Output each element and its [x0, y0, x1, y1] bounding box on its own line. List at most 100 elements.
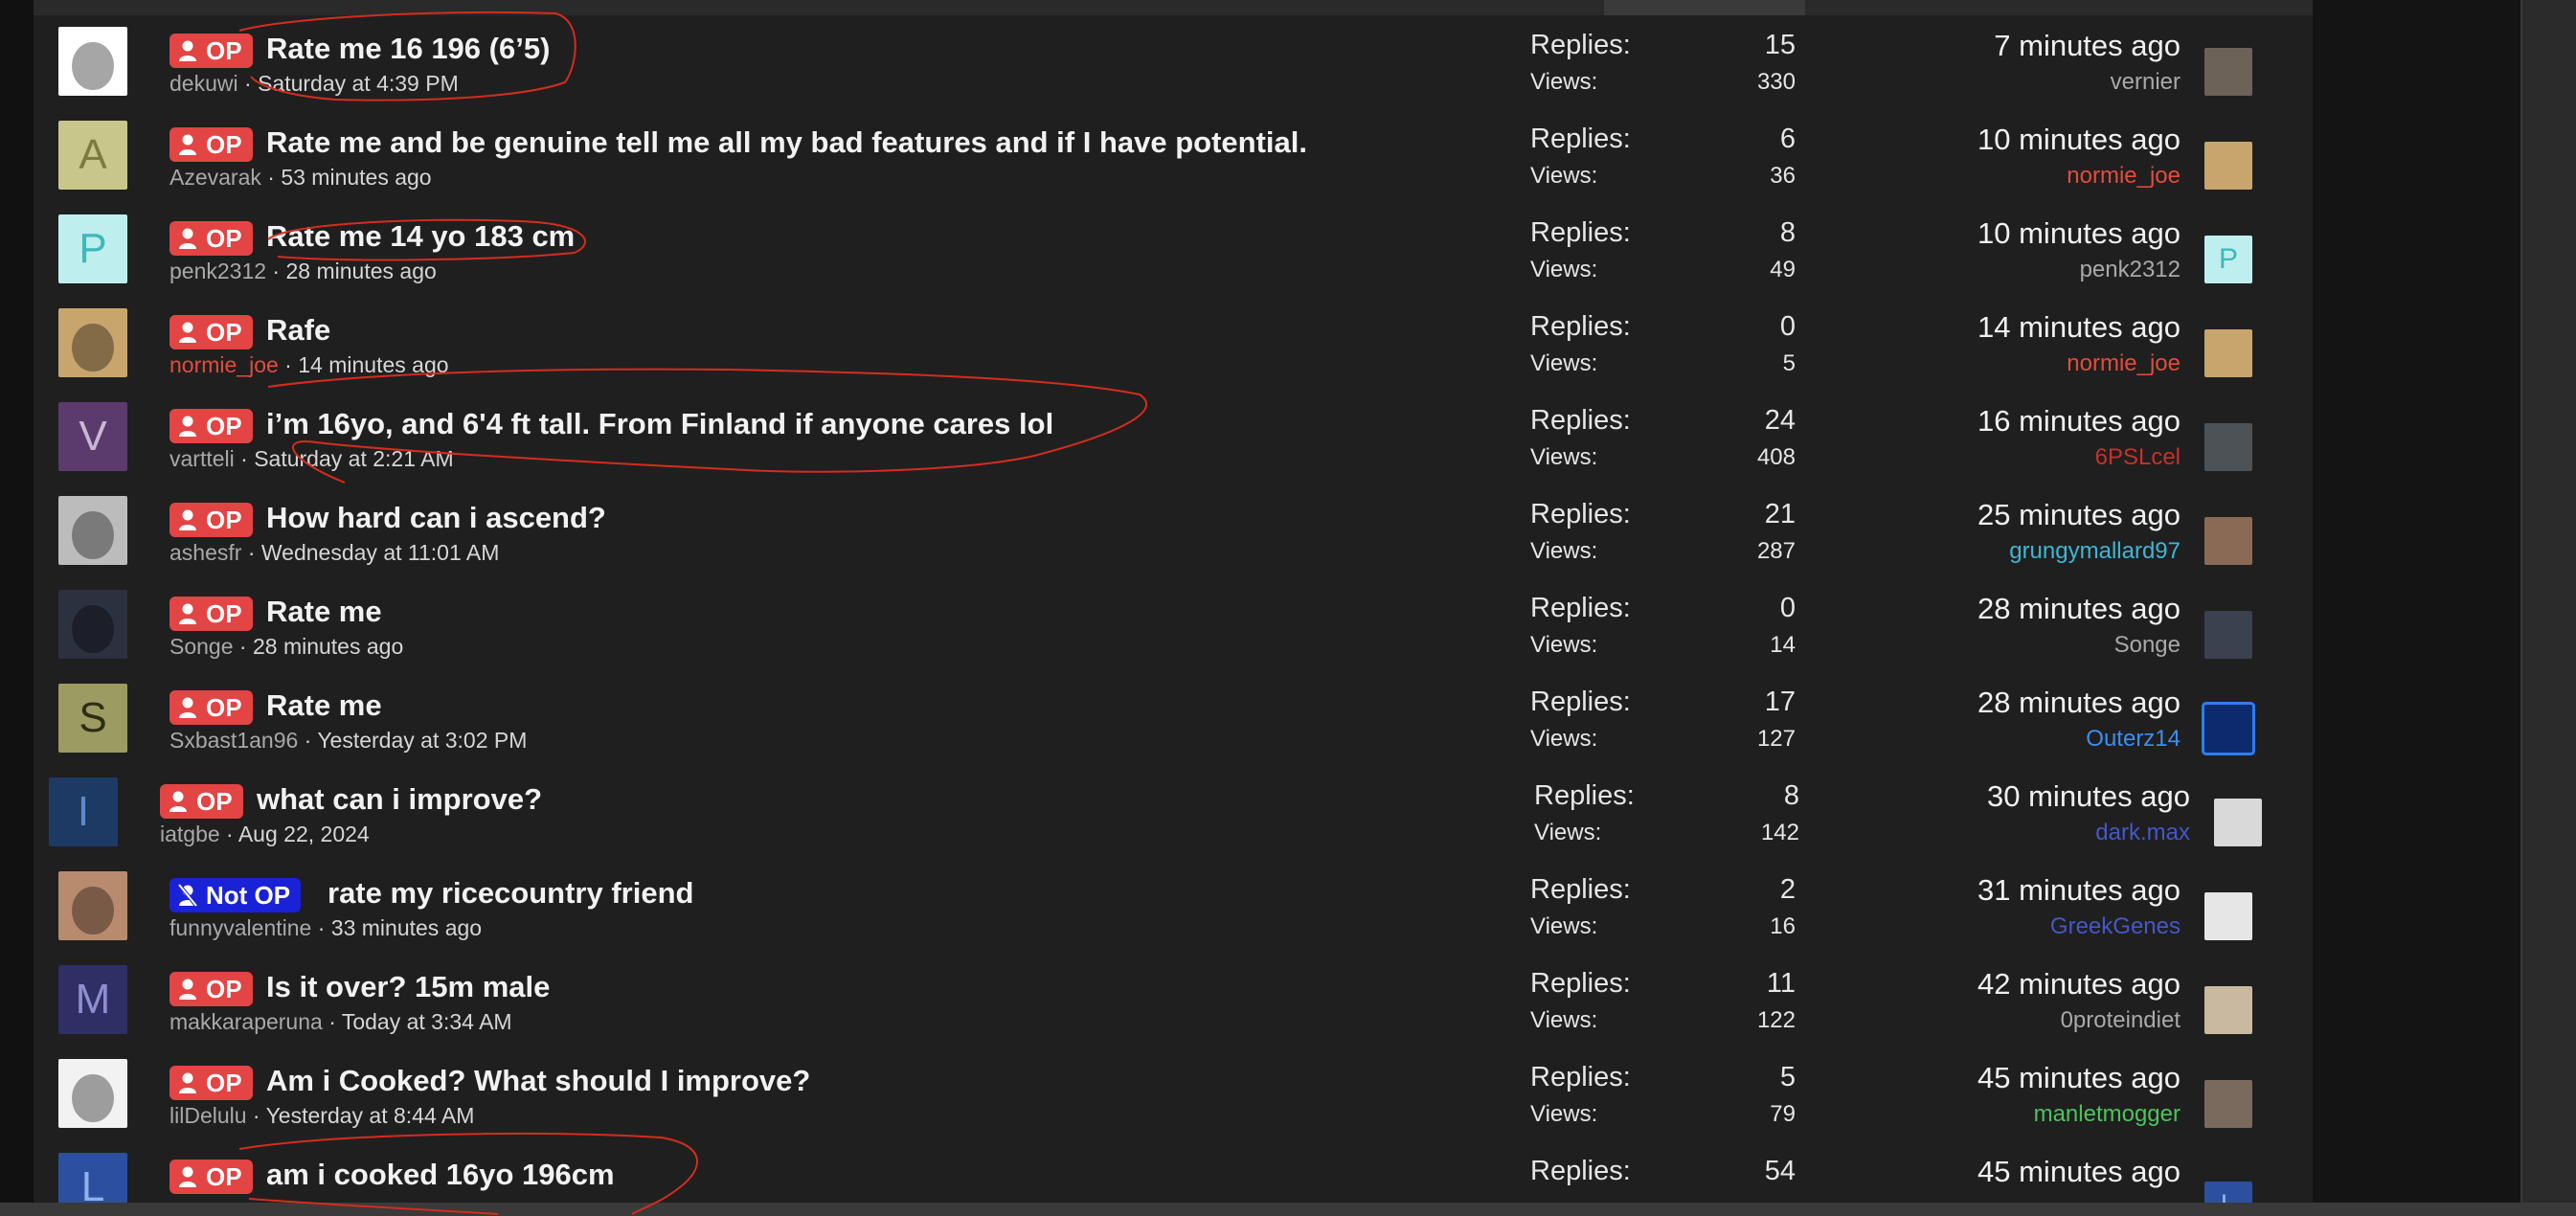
thread-title-link[interactable]: Rate me	[266, 592, 382, 632]
last-post-time-link[interactable]: 28 minutes ago	[1740, 592, 2181, 626]
thread-start-date[interactable]: 14 minutes ago	[298, 352, 448, 377]
thread-author-link[interactable]: ashesfr	[169, 540, 241, 565]
last-post-time-link[interactable]: 25 minutes ago	[1740, 498, 2181, 532]
thread-title-link[interactable]: Am i Cooked? What should I improve?	[266, 1061, 810, 1101]
thread-row[interactable]: M OP Is it over? 15m male makkaraperuna · T…	[34, 952, 2313, 1046]
last-poster-link[interactable]: Outerz14	[1740, 726, 2181, 753]
thread-author-link[interactable]: Sxbast1an96	[169, 728, 298, 753]
thread-row[interactable]: I OP what can i improve? iatgbe · Aug 22, 2…	[34, 764, 2313, 858]
thread-start-date[interactable]: 33 minutes ago	[331, 915, 482, 940]
thread-row[interactable]: Not OP rate my ricecountry friend funnyval…	[34, 858, 2313, 952]
thread-title-link[interactable]: Rate me 16 196 (6’5)	[266, 29, 550, 69]
thread-author-avatar[interactable]: V	[58, 402, 127, 471]
last-poster-avatar[interactable]	[2204, 329, 2252, 377]
thread-author-link[interactable]: lilDelulu	[169, 1103, 247, 1128]
top-scrollbar-thumb[interactable]	[1604, 0, 1805, 15]
thread-author-avatar[interactable]: S	[58, 684, 127, 753]
thread-row[interactable]: OP Rate me 16 196 (6’5) dekuwi · Saturday …	[34, 15, 2313, 107]
bottom-scrollbar[interactable]	[0, 1203, 2576, 1216]
last-post-time-link[interactable]: 14 minutes ago	[1740, 310, 2181, 345]
thread-start-date[interactable]: 53 minutes ago	[281, 165, 431, 190]
last-post-time-link[interactable]: 42 minutes ago	[1740, 967, 2181, 1002]
last-poster-avatar[interactable]	[2204, 423, 2252, 471]
thread-author-avatar[interactable]: M	[58, 965, 127, 1034]
last-poster-avatar[interactable]	[2204, 142, 2252, 190]
thread-author-avatar[interactable]: P	[58, 214, 127, 283]
last-poster-link[interactable]: penk2312	[1740, 257, 2181, 283]
thread-author-avatar[interactable]: I	[49, 777, 118, 846]
last-post-time-link[interactable]: 30 minutes ago	[1750, 779, 2190, 814]
thread-author-link[interactable]: vartteli	[169, 446, 235, 471]
thread-row[interactable]: L OP am i cooked 16yo 196cm Replies: 54 45 mi…	[34, 1139, 2313, 1203]
thread-author-link[interactable]: Songe	[169, 634, 234, 659]
thread-author-avatar[interactable]	[58, 496, 127, 565]
last-poster-link[interactable]: manletmogger	[1740, 1101, 2181, 1128]
last-post-time-link[interactable]: 7 minutes ago	[1740, 29, 2181, 63]
last-poster-avatar[interactable]	[2204, 705, 2252, 753]
thread-title-link[interactable]: How hard can i ascend?	[266, 498, 606, 538]
last-poster-link[interactable]: normie_joe	[1740, 163, 2181, 190]
thread-author-link[interactable]: iatgbe	[160, 822, 220, 846]
thread-start-date[interactable]: Aug 22, 2024	[238, 822, 370, 846]
thread-author-avatar[interactable]	[58, 871, 127, 940]
thread-start-date[interactable]: Wednesday at 11:01 AM	[261, 540, 499, 565]
last-post-time-link[interactable]: 10 minutes ago	[1740, 123, 2181, 157]
thread-row[interactable]: OP How hard can i ascend? ashesfr · Wednes…	[34, 483, 2313, 576]
thread-title-link[interactable]: Rate me	[266, 686, 382, 726]
last-poster-link[interactable]: GreekGenes	[1740, 913, 2181, 940]
thread-title-link[interactable]: rate my ricecountry friend	[328, 873, 693, 913]
thread-start-date[interactable]: Yesterday at 3:02 PM	[317, 728, 527, 753]
last-poster-avatar[interactable]: L	[2204, 1182, 2252, 1203]
thread-title-link[interactable]: Is it over? 15m male	[266, 967, 550, 1007]
thread-author-avatar[interactable]	[58, 590, 127, 659]
thread-author-link[interactable]: dekuwi	[169, 71, 238, 96]
last-poster-avatar[interactable]	[2204, 517, 2252, 565]
last-poster-avatar[interactable]	[2204, 611, 2252, 659]
thread-author-link[interactable]: Azevarak	[169, 165, 261, 190]
thread-title-link[interactable]: Rafe	[266, 310, 330, 350]
thread-author-link[interactable]: makkaraperuna	[169, 1009, 323, 1034]
last-post-time-link[interactable]: 31 minutes ago	[1740, 873, 2181, 908]
thread-row[interactable]: OP Rate me Songe · 28 minutes ago Replies: 0…	[34, 576, 2313, 670]
thread-start-date[interactable]: Saturday at 4:39 PM	[258, 71, 459, 96]
thread-title-link[interactable]: what can i improve?	[257, 779, 542, 820]
last-poster-link[interactable]: vernier	[1740, 69, 2181, 96]
last-poster-link[interactable]: normie_joe	[1740, 350, 2181, 377]
last-poster-avatar[interactable]	[2214, 799, 2262, 846]
last-poster-link[interactable]: grungymallard97	[1740, 538, 2181, 565]
thread-start-date[interactable]: Today at 3:34 AM	[342, 1009, 512, 1034]
thread-author-link[interactable]: normie_joe	[169, 352, 279, 377]
thread-title-link[interactable]: Rate me 14 yo 183 cm	[266, 216, 575, 257]
last-poster-avatar[interactable]	[2204, 1080, 2252, 1128]
thread-start-date[interactable]: 28 minutes ago	[253, 634, 403, 659]
thread-row[interactable]: V OP i’m 16yo, and 6'4 ft tall. From Finla…	[34, 389, 2313, 483]
thread-row[interactable]: A OP Rate me and be genuine tell me all my…	[34, 107, 2313, 201]
thread-start-date[interactable]: Saturday at 2:21 AM	[254, 446, 453, 471]
last-poster-avatar[interactable]	[2204, 892, 2252, 940]
thread-title-link[interactable]: Rate me and be genuine tell me all my ba…	[266, 123, 1307, 163]
last-poster-link[interactable]: 6PSLcel	[1740, 444, 2181, 471]
thread-author-avatar[interactable]	[58, 308, 127, 377]
thread-author-link[interactable]: penk2312	[169, 259, 266, 283]
last-poster-link[interactable]: 0proteindiet	[1740, 1007, 2181, 1034]
last-post-time-link[interactable]: 28 minutes ago	[1740, 686, 2181, 720]
thread-row[interactable]: P OP Rate me 14 yo 183 cm penk2312 · 28 min…	[34, 201, 2313, 295]
thread-author-avatar[interactable]: A	[58, 121, 127, 190]
last-poster-link[interactable]: Songe	[1740, 632, 2181, 659]
thread-author-avatar[interactable]	[58, 1059, 127, 1128]
thread-title-link[interactable]: am i cooked 16yo 196cm	[266, 1155, 615, 1195]
thread-row[interactable]: OP Am i Cooked? What should I improve? lil…	[34, 1046, 2313, 1139]
last-poster-avatar[interactable]	[2204, 986, 2252, 1034]
thread-author-avatar[interactable]: L	[58, 1153, 127, 1203]
thread-author-link[interactable]: funnyvalentine	[169, 915, 311, 940]
last-poster-link[interactable]: dark.max	[1750, 820, 2190, 846]
last-poster-avatar[interactable]	[2204, 48, 2252, 96]
thread-title-link[interactable]: i’m 16yo, and 6'4 ft tall. From Finland …	[266, 404, 1053, 444]
thread-start-date[interactable]: Yesterday at 8:44 AM	[266, 1103, 475, 1128]
thread-author-avatar[interactable]	[58, 27, 127, 96]
thread-start-date[interactable]: 28 minutes ago	[286, 259, 437, 283]
last-post-time-link[interactable]: 45 minutes ago	[1740, 1061, 2181, 1095]
thread-row[interactable]: OP Rafe normie_joe · 14 minutes ago Replies…	[34, 295, 2313, 389]
last-post-time-link[interactable]: 10 minutes ago	[1740, 216, 2181, 251]
last-post-time-link[interactable]: 45 minutes ago	[1740, 1155, 2181, 1189]
